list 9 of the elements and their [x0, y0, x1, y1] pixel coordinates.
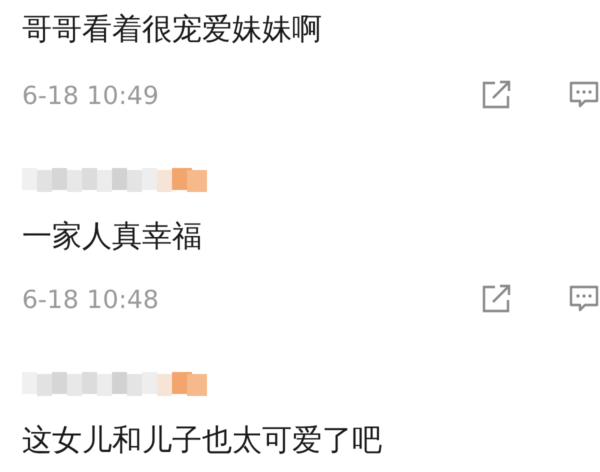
share-icon[interactable] [481, 80, 513, 110]
comment-time: 6-18 10:48 [22, 284, 159, 314]
comment-text: 哥哥看着很宠爱妹妹啊 [22, 11, 323, 49]
comment-icon[interactable] [568, 80, 600, 110]
comment-text: 一家人真幸福 [22, 218, 203, 256]
share-icon[interactable] [481, 284, 513, 314]
comment-time: 6-18 10:49 [22, 80, 159, 110]
comment-text: 这女儿和儿子也太可爱了吧 [22, 422, 383, 460]
comment-icon[interactable] [568, 284, 600, 314]
